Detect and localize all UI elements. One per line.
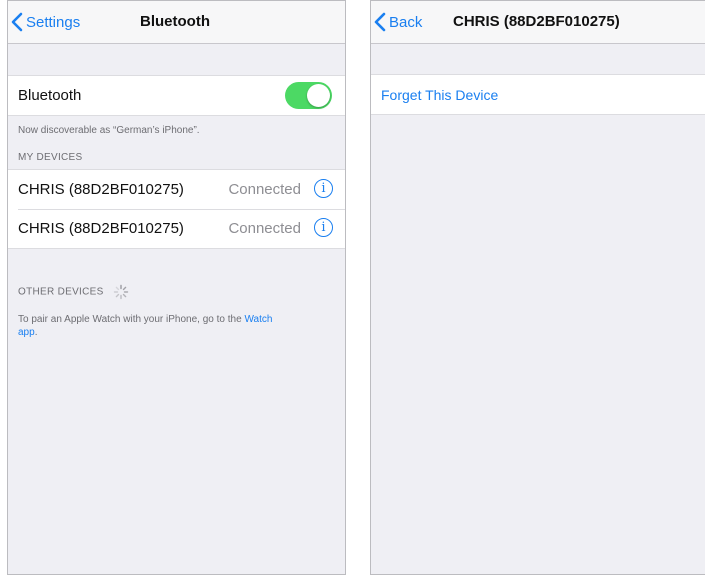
forget-device-label: Forget This Device [381,86,499,103]
watch-link[interactable]: Watch [244,314,272,325]
bluetooth-toggle-group: Bluetooth [8,75,345,116]
info-icon[interactable]: i [314,218,333,237]
device-name: CHRIS (88D2BF010275) [18,181,184,198]
toggle-knob [307,84,330,107]
device-actions-group: Forget This Device [371,74,705,115]
app-link[interactable]: app [18,327,35,338]
my-devices-list: CHRIS (88D2BF010275) Connected i CHRIS (… [8,169,345,249]
back-button[interactable]: Back [373,1,422,43]
bluetooth-row: Bluetooth [8,76,345,115]
my-devices-header: MY DEVICES [18,152,83,163]
discoverable-text: Now discoverable as “German’s iPhone”. [18,125,200,136]
device-detail-screen: Back CHRIS (88D2BF010275) Forget This De… [370,0,705,575]
back-button-label: Settings [26,13,81,31]
other-devices-header-row: OTHER DEVICES [18,284,129,300]
activity-spinner-icon [113,284,128,300]
navigation-bar: Settings Bluetooth [8,1,345,44]
device-name: CHRIS (88D2BF010275) [18,220,184,237]
other-devices-header: OTHER DEVICES [18,286,104,298]
back-button-label: Back [389,13,423,31]
page-title: CHRIS (88D2BF010275) [453,13,620,30]
pair-text-suffix: . [34,327,38,338]
device-status: Connected [228,181,301,198]
pair-text-prefix: To pair an Apple Watch with your iPhone,… [18,314,245,325]
device-status: Connected [228,220,301,237]
chevron-left-icon [374,12,386,32]
chevron-left-icon [11,12,23,32]
info-icon[interactable]: i [314,179,333,198]
page-title: Bluetooth [140,13,210,30]
apple-watch-pair-text: To pair an Apple Watch with your iPhone,… [18,313,335,339]
forget-device-button[interactable]: Forget This Device [371,75,705,114]
settings-back-button[interactable]: Settings [10,1,80,43]
device-row[interactable]: CHRIS (88D2BF010275) Connected i [8,209,345,248]
device-row[interactable]: CHRIS (88D2BF010275) Connected i [8,170,345,209]
bluetooth-settings-screen: Settings Bluetooth Bluetooth Now discove… [7,0,346,575]
bluetooth-label: Bluetooth [18,87,82,104]
bluetooth-toggle[interactable] [285,82,332,109]
navigation-bar: Back CHRIS (88D2BF010275) [371,1,705,44]
